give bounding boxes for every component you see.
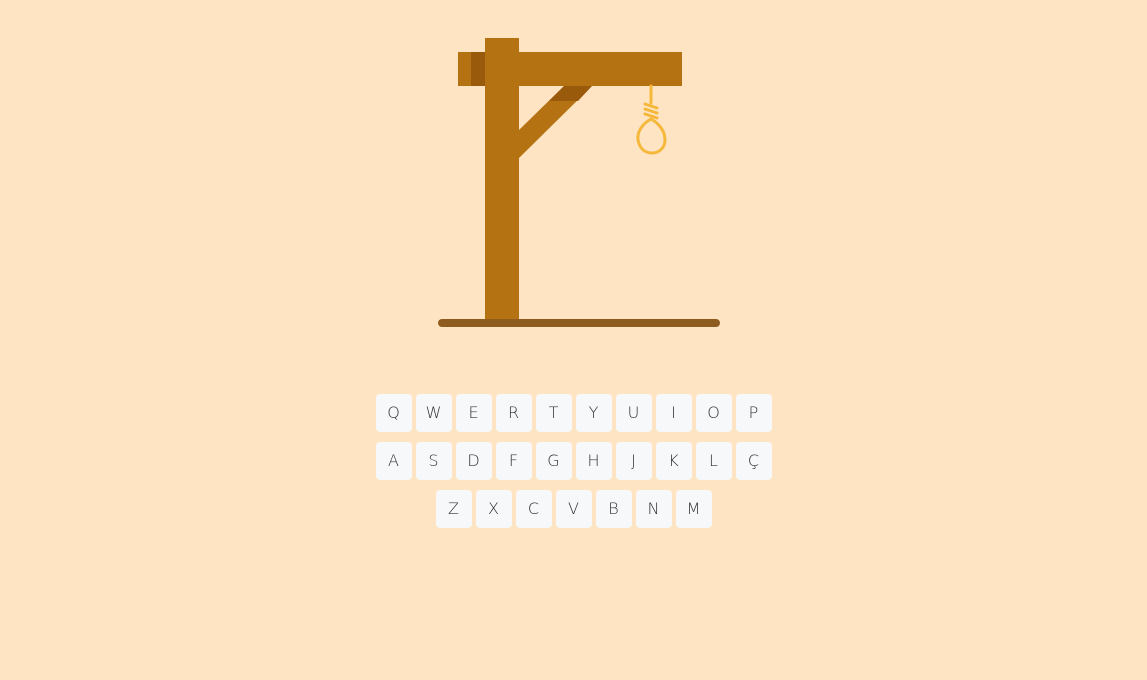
key-n[interactable]: N xyxy=(635,490,672,528)
key-t[interactable]: T xyxy=(535,394,572,432)
key-x[interactable]: X xyxy=(475,490,512,528)
key-g[interactable]: G xyxy=(535,442,572,480)
key-c[interactable]: C xyxy=(515,490,552,528)
key-b[interactable]: B xyxy=(595,490,632,528)
key-f[interactable]: F xyxy=(495,442,532,480)
key-o[interactable]: O xyxy=(695,394,732,432)
key-u[interactable]: U xyxy=(615,394,652,432)
gallows-icon xyxy=(438,38,720,327)
key-z[interactable]: Z xyxy=(435,490,472,528)
key-q[interactable]: Q xyxy=(375,394,412,432)
gallows-base xyxy=(438,319,720,327)
gallows-beam-end-shadow xyxy=(471,52,486,86)
key-k[interactable]: K xyxy=(655,442,692,480)
key-c-cedilla[interactable]: Ç xyxy=(735,442,772,480)
keyboard-row-3: Z X C V B N M xyxy=(0,490,1147,528)
noose-icon xyxy=(636,84,667,155)
key-j[interactable]: J xyxy=(615,442,652,480)
key-w[interactable]: W xyxy=(415,394,452,432)
key-h[interactable]: H xyxy=(575,442,612,480)
key-p[interactable]: P xyxy=(735,394,772,432)
key-a[interactable]: A xyxy=(375,442,412,480)
keyboard-row-2: A S D F G H J K L Ç xyxy=(0,442,1147,480)
gallows-illustration xyxy=(0,0,1147,340)
key-s[interactable]: S xyxy=(415,442,452,480)
gallows-brace-shadow xyxy=(549,86,592,101)
key-m[interactable]: M xyxy=(675,490,712,528)
key-y[interactable]: Y xyxy=(575,394,612,432)
key-i[interactable]: I xyxy=(655,394,692,432)
key-l[interactable]: L xyxy=(695,442,732,480)
letter-keyboard: Q W E R T Y U I O P A S D F G H J K L Ç … xyxy=(0,394,1147,538)
key-d[interactable]: D xyxy=(455,442,492,480)
key-r[interactable]: R xyxy=(495,394,532,432)
keyboard-row-1: Q W E R T Y U I O P xyxy=(0,394,1147,432)
gallows-post xyxy=(485,38,519,324)
key-e[interactable]: E xyxy=(455,394,492,432)
key-v[interactable]: V xyxy=(555,490,592,528)
